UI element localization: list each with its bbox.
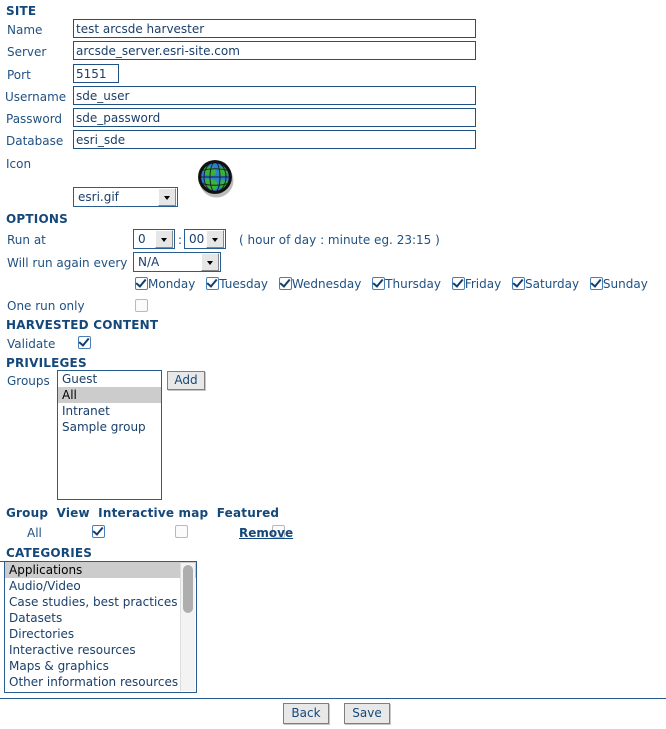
header-featured: Featured	[216, 506, 280, 520]
one-run-only-checkbox[interactable]	[135, 299, 148, 312]
weekday-label-wednesday: Wednesday	[291, 277, 362, 291]
categories-option[interactable]: Interactive resources	[5, 642, 196, 658]
options-section-heading: OPTIONS	[6, 212, 68, 226]
run-at-hour-value: 0	[138, 232, 146, 246]
run-at-separator: :	[178, 233, 183, 247]
weekday-label-saturday: Saturday	[525, 277, 580, 291]
harvester-edit-page: SITE Name Server Port Username Password …	[0, 0, 666, 729]
weekday-item-thursday[interactable]: Thursday	[372, 277, 445, 291]
groups-option[interactable]: Intranet	[58, 403, 161, 419]
weekday-checkbox-friday[interactable]	[451, 277, 465, 290]
categories-option[interactable]: Datasets	[5, 610, 196, 626]
interval-select[interactable]: N/A	[133, 252, 221, 272]
one-run-only-label: One run only	[7, 299, 85, 313]
weekday-label-monday: Monday	[148, 277, 196, 291]
weekday-label-friday: Friday	[464, 277, 502, 291]
groups-option[interactable]: All	[58, 387, 161, 403]
name-label: Name	[7, 23, 43, 37]
password-label: Password	[6, 112, 63, 126]
run-at-minute-value: 00	[189, 232, 205, 246]
chevron-down-icon	[206, 230, 224, 248]
privileges-heading: PRIVILEGES	[6, 356, 87, 370]
weekday-checkbox-thursday[interactable]	[372, 277, 386, 290]
server-label: Server	[7, 45, 47, 59]
icon-label: Icon	[6, 157, 32, 171]
privileges-row-view-checkbox[interactable]	[91, 525, 105, 538]
interval-value: N/A	[138, 255, 160, 269]
port-label: Port	[7, 68, 31, 82]
weekday-checkbox-row: Monday Tuesday Wednesday Thursday Friday…	[135, 277, 648, 291]
icon-select[interactable]: esri.gif	[73, 187, 178, 207]
chevron-down-icon	[158, 188, 176, 206]
run-at-hour-select[interactable]: 0	[133, 229, 175, 249]
name-input[interactable]	[73, 19, 476, 38]
weekday-label-tuesday: Tuesday	[219, 277, 269, 291]
esri-globe-icon	[198, 160, 234, 198]
server-input[interactable]	[73, 41, 476, 60]
groups-listbox[interactable]: Guest All Intranet Sample group	[57, 370, 162, 500]
privileges-row-interactive-map-checkbox[interactable]	[175, 525, 189, 538]
weekday-checkbox-sunday[interactable]	[589, 277, 603, 290]
database-label: Database	[6, 134, 64, 148]
username-input[interactable]	[73, 86, 476, 105]
harvested-content-heading: HARVESTED CONTENT	[6, 318, 159, 332]
interval-label: Will run again every	[7, 256, 128, 270]
weekday-item-monday[interactable]: Monday	[135, 277, 199, 291]
categories-option[interactable]: Audio/Video	[5, 578, 196, 594]
weekday-item-wednesday[interactable]: Wednesday	[278, 277, 365, 291]
port-input[interactable]	[73, 64, 119, 83]
header-group: Group	[6, 506, 49, 520]
weekday-item-tuesday[interactable]: Tuesday	[206, 277, 272, 291]
back-button[interactable]: Back	[283, 703, 329, 724]
add-group-button[interactable]: Add	[167, 371, 205, 390]
categories-heading: CATEGORIES	[6, 546, 93, 560]
weekday-checkbox-monday[interactable]	[135, 277, 148, 290]
header-view: View	[56, 506, 90, 520]
categories-option[interactable]: Maps & graphics	[5, 658, 196, 674]
database-input[interactable]	[73, 130, 476, 149]
weekday-item-saturday[interactable]: Saturday	[512, 277, 583, 291]
categories-scrollbar[interactable]	[180, 563, 195, 691]
weekday-checkbox-saturday[interactable]	[512, 277, 526, 290]
groups-label: Groups	[7, 374, 50, 388]
run-at-hint: ( hour of day : minute eg. 23:15 )	[239, 233, 440, 247]
icon-select-value: esri.gif	[78, 190, 119, 204]
categories-option[interactable]: Applications	[5, 562, 196, 578]
password-input[interactable]	[73, 108, 476, 127]
categories-scrollbar-thumb[interactable]	[183, 565, 193, 613]
groups-option[interactable]: Guest	[58, 371, 161, 387]
privileges-table-header-row: Group View Interactive map Featured	[6, 506, 279, 520]
save-button[interactable]: Save	[344, 703, 390, 724]
weekday-label-thursday: Thursday	[385, 277, 441, 291]
weekday-label-sunday: Sunday	[602, 277, 648, 291]
weekday-checkbox-wednesday[interactable]	[278, 277, 292, 290]
weekday-checkbox-tuesday[interactable]	[206, 277, 220, 290]
privileges-row-group-name: All	[27, 526, 42, 540]
weekday-item-friday[interactable]: Friday	[451, 277, 505, 291]
categories-option[interactable]: Other information resources	[5, 674, 196, 690]
groups-option[interactable]: Sample group	[58, 419, 161, 435]
chevron-down-icon	[201, 253, 219, 271]
site-section-heading: SITE	[6, 4, 37, 18]
run-at-label: Run at	[7, 233, 46, 247]
remove-group-link[interactable]: Remove	[239, 526, 293, 540]
header-interactive-map: Interactive map	[98, 506, 209, 520]
chevron-down-icon	[155, 230, 173, 248]
validate-checkbox[interactable]	[77, 336, 91, 349]
weekday-item-sunday[interactable]: Sunday	[589, 277, 648, 291]
footer-divider	[0, 698, 666, 699]
categories-option[interactable]: Case studies, best practices	[5, 594, 196, 610]
run-at-minute-select[interactable]: 00	[184, 229, 226, 249]
validate-label: Validate	[7, 337, 56, 351]
categories-listbox[interactable]: Applications Audio/Video Case studies, b…	[4, 561, 197, 693]
categories-option[interactable]: Directories	[5, 626, 196, 642]
username-label: Username	[5, 90, 67, 104]
